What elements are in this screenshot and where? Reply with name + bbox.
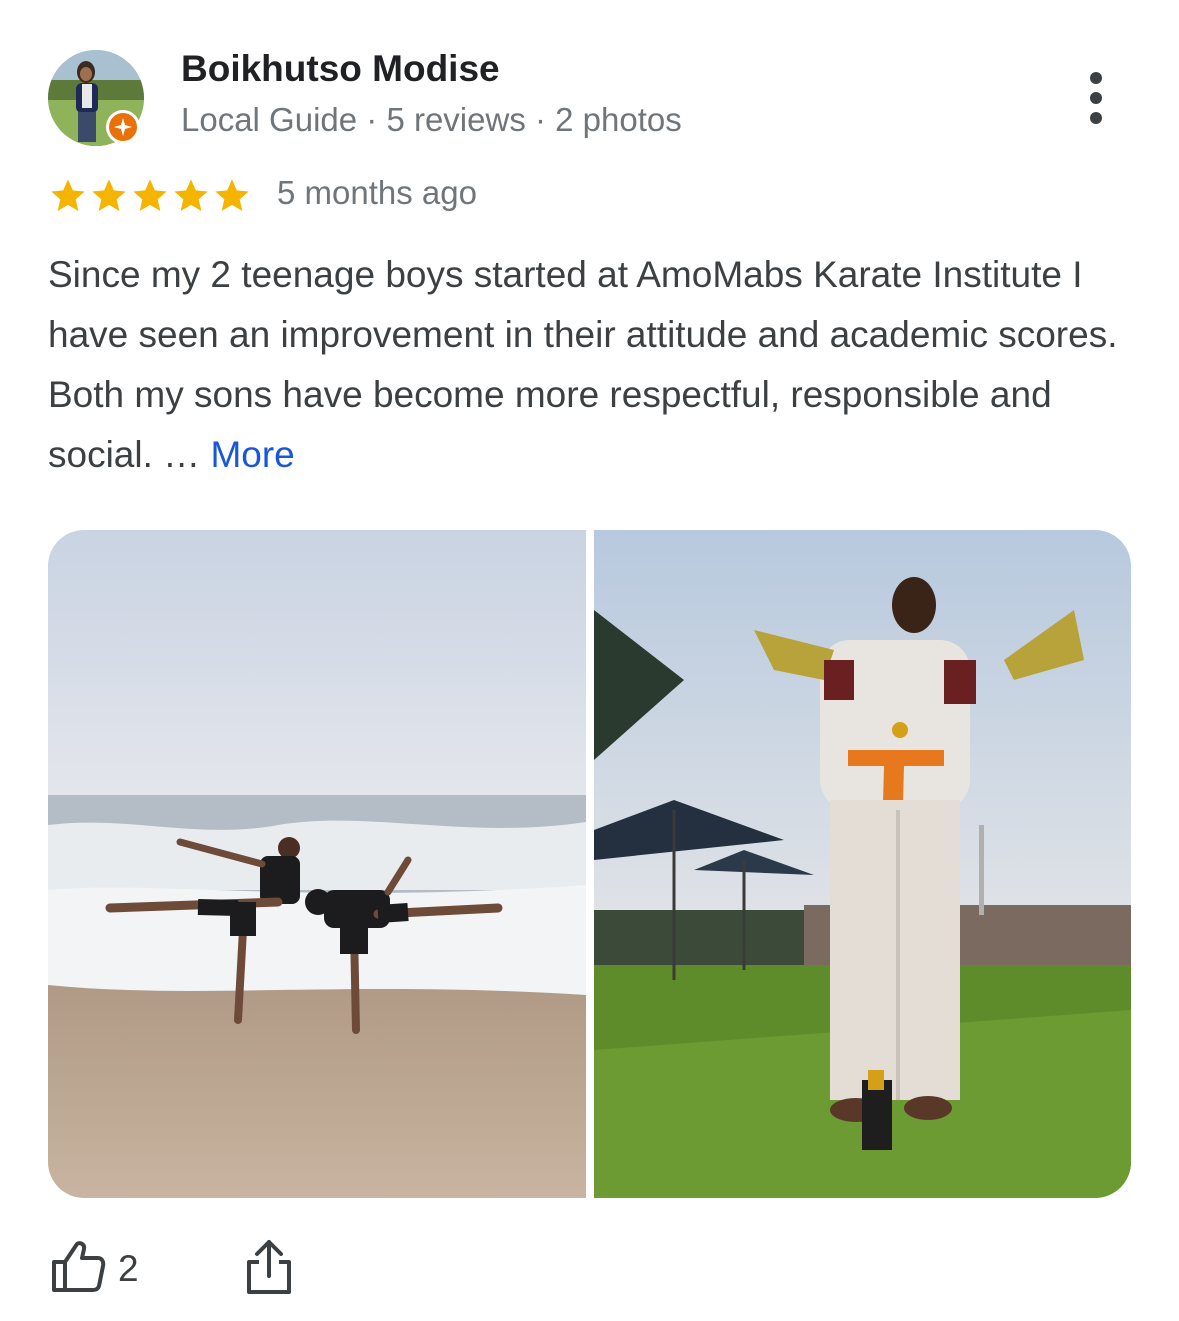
share-icon[interactable] — [243, 1238, 295, 1296]
review-photo-trophy[interactable] — [594, 530, 1131, 1198]
review-photo-beach[interactable] — [48, 530, 586, 1198]
reviewer-name[interactable]: Boikhutso Modise — [181, 48, 500, 90]
more-link[interactable]: More — [210, 434, 294, 475]
star-rating — [48, 176, 252, 216]
like-count: 2 — [118, 1248, 139, 1289]
more-vert-icon[interactable] — [1076, 68, 1116, 128]
thumbs-up-icon[interactable] — [50, 1238, 106, 1294]
review-body: Since my 2 teenage boys started at AmoMa… — [48, 254, 1118, 475]
local-guide-badge-icon — [106, 110, 140, 144]
review-text: Since my 2 teenage boys started at AmoMa… — [48, 245, 1138, 485]
star-icon — [92, 179, 126, 211]
review-time: 5 months ago — [277, 174, 477, 211]
reviewer-meta: Local Guide · 5 reviews · 2 photos — [181, 101, 682, 138]
star-icon — [133, 179, 167, 211]
star-icon — [51, 179, 85, 211]
star-icon — [174, 179, 208, 211]
star-icon — [215, 179, 249, 211]
